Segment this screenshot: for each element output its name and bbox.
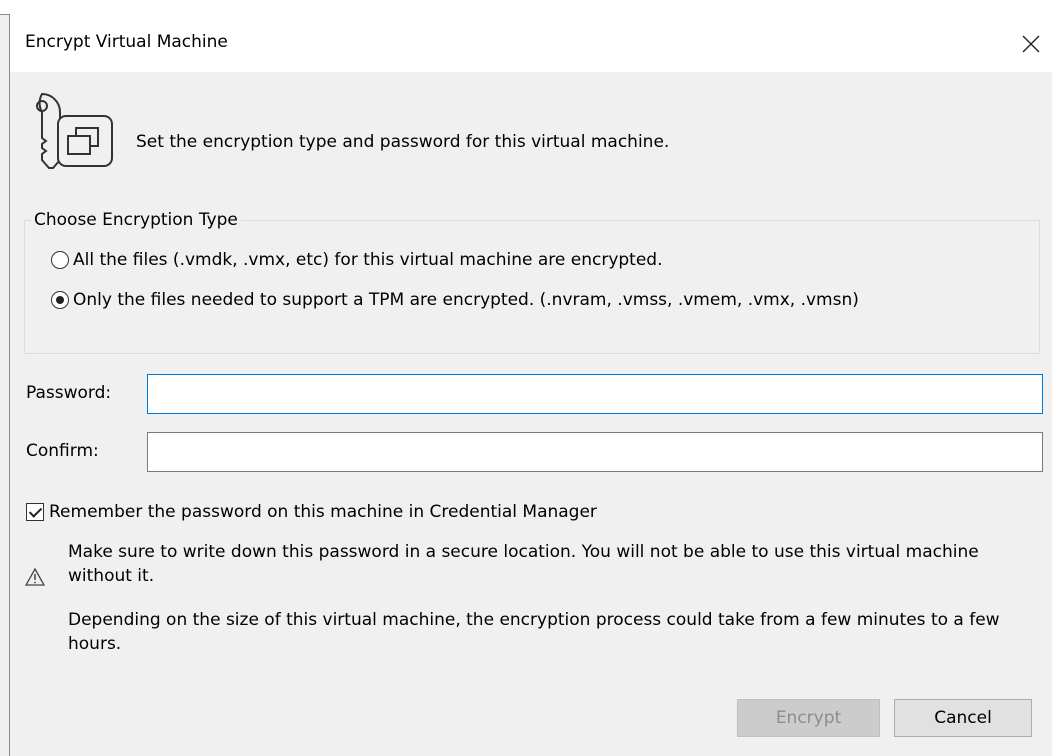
encryption-type-legend: Choose Encryption Type bbox=[31, 210, 241, 230]
encrypt-button[interactable]: Encrypt bbox=[737, 699, 880, 737]
confirm-input[interactable] bbox=[147, 432, 1043, 472]
remember-password-label: Remember the password on this machine in… bbox=[49, 502, 597, 522]
radio-button[interactable] bbox=[51, 251, 69, 269]
dialog-title: Encrypt Virtual Machine bbox=[25, 32, 228, 52]
encrypt-vm-dialog: Encrypt Virtual Machine Set the encrypti… bbox=[9, 14, 1052, 756]
remember-password-checkbox[interactable] bbox=[26, 503, 44, 521]
intro-text: Set the encryption type and password for… bbox=[136, 132, 670, 152]
radio-option-all-files[interactable]: All the files (.vmdk, .vmx, etc) for thi… bbox=[51, 250, 663, 270]
encryption-type-group bbox=[24, 220, 1040, 354]
warning-text-backup: Make sure to write down this password in… bbox=[68, 542, 979, 586]
radio-option-tpm-files[interactable]: Only the files needed to support a TPM a… bbox=[51, 290, 859, 310]
password-input[interactable] bbox=[147, 374, 1043, 414]
password-label: Password: bbox=[26, 383, 112, 403]
warning-text-duration: Depending on the size of this virtual ma… bbox=[68, 610, 1000, 654]
radio-option-label: Only the files needed to support a TPM a… bbox=[73, 290, 859, 310]
confirm-label: Confirm: bbox=[26, 441, 99, 461]
title-bar: Encrypt Virtual Machine bbox=[10, 14, 1052, 72]
radio-option-label: All the files (.vmdk, .vmx, etc) for thi… bbox=[73, 250, 663, 270]
key-vm-icon bbox=[36, 92, 113, 169]
close-icon bbox=[1022, 35, 1040, 53]
warning-icon bbox=[25, 568, 45, 586]
background-window-strip bbox=[0, 0, 1052, 15]
close-button[interactable] bbox=[1009, 24, 1052, 64]
radio-button-selected[interactable] bbox=[51, 291, 69, 309]
remember-password-checkbox-row[interactable]: Remember the password on this machine in… bbox=[26, 502, 597, 522]
cancel-button[interactable]: Cancel bbox=[894, 699, 1032, 737]
